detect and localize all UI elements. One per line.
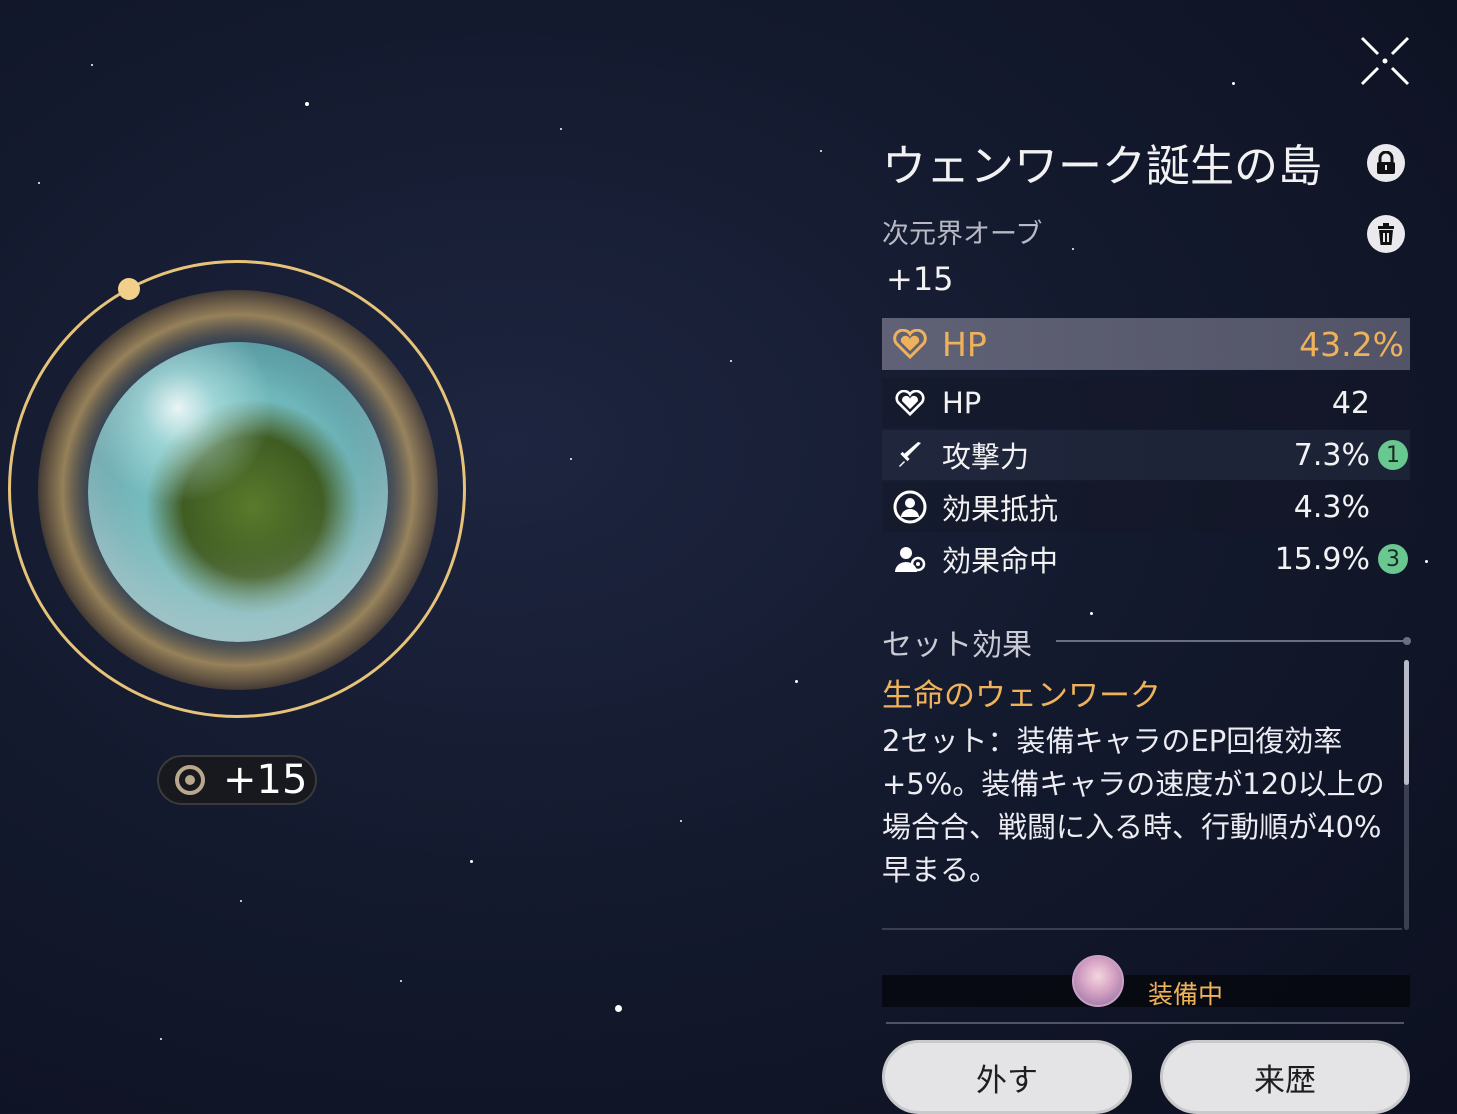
trash-icon bbox=[1378, 223, 1394, 245]
sub-stat-row: HP 42 bbox=[882, 378, 1410, 428]
panel-divider bbox=[882, 928, 1402, 930]
main-stat-value: 43.2% bbox=[1299, 324, 1404, 364]
sub-stat-value: 42 bbox=[1331, 385, 1370, 421]
heart-icon bbox=[890, 324, 930, 364]
roll-count-badge: 3 bbox=[1378, 544, 1408, 574]
planar-orb-image bbox=[88, 342, 388, 642]
sub-stat-name: HP bbox=[942, 386, 982, 420]
close-button[interactable] bbox=[1356, 32, 1414, 90]
relic-level: +15 bbox=[886, 260, 954, 298]
close-icon bbox=[1360, 36, 1410, 86]
sub-stat-name: 効果命中 bbox=[942, 544, 1059, 578]
set-bonus-name: 生命のウェンワーク bbox=[882, 678, 1161, 714]
equipped-label: 装備中 bbox=[1148, 980, 1224, 1009]
lock-button[interactable] bbox=[1367, 144, 1405, 182]
sub-stat-row: 効果抵抗 4.3% bbox=[882, 482, 1410, 532]
sub-stat-value: 15.9% bbox=[1274, 541, 1370, 577]
target-person-icon bbox=[890, 539, 930, 579]
orbit-dot bbox=[118, 278, 140, 300]
set-bonus-description: 2セット：装備キャラのEP回復効率+5%。装備キャラの速度が120以上の場合合、… bbox=[882, 724, 1385, 887]
shield-person-icon bbox=[890, 487, 930, 527]
character-avatar[interactable] bbox=[1072, 955, 1124, 1007]
lock-icon bbox=[1377, 151, 1395, 174]
sub-stat-row: 効果命中 15.9% 3 bbox=[882, 534, 1410, 584]
discard-button[interactable] bbox=[1367, 215, 1405, 253]
scrollbar-thumb[interactable] bbox=[1404, 660, 1409, 785]
relic-artwork bbox=[0, 250, 480, 730]
equipped-bar bbox=[882, 975, 1410, 1007]
main-stat-row: HP 43.2% bbox=[882, 318, 1410, 370]
heart-icon bbox=[890, 383, 930, 423]
relic-level-badge-text: +15 bbox=[223, 757, 308, 803]
history-button[interactable]: 来歴 bbox=[1160, 1040, 1410, 1114]
relic-level-badge: +15 bbox=[157, 755, 317, 805]
level-ring-icon bbox=[175, 765, 205, 795]
unequip-button[interactable]: 外す bbox=[882, 1040, 1132, 1114]
equipped-divider bbox=[886, 1022, 1404, 1024]
main-stat-name: HP bbox=[942, 324, 987, 364]
sub-stat-value: 4.3% bbox=[1293, 489, 1370, 525]
relic-title: ウェンワーク誕生の島 bbox=[882, 141, 1322, 192]
relic-type: 次元界オーブ bbox=[882, 219, 1043, 250]
sword-icon bbox=[890, 435, 930, 475]
sub-stat-name: 攻撃力 bbox=[942, 440, 1030, 474]
set-bonus-divider bbox=[1056, 637, 1411, 645]
sub-stat-row: 攻撃力 7.3% 1 bbox=[882, 430, 1410, 480]
set-bonus-header: セット効果 bbox=[882, 628, 1032, 663]
roll-count-badge: 1 bbox=[1378, 440, 1408, 470]
sub-stat-name: 効果抵抗 bbox=[942, 492, 1059, 526]
sub-stat-value: 7.3% bbox=[1293, 437, 1370, 473]
